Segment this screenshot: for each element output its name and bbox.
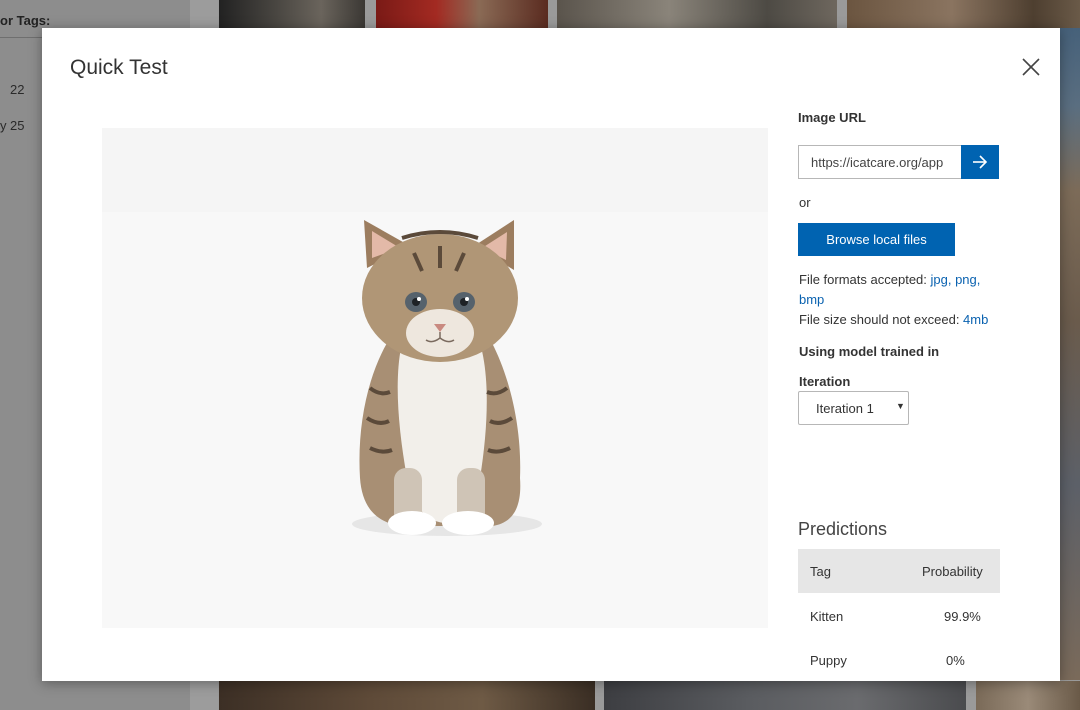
table-row: Kitten 99.9% [798,593,1000,637]
kitten-photo [102,128,768,628]
header-tag: Tag [810,564,831,579]
quick-test-dialog: Quick Test Image URL https://icatcare.or… [42,28,1060,681]
browse-local-files-button[interactable]: Browse local files [798,223,955,256]
sidebar-tags-label: or Tags: [0,13,51,28]
sidebar-count-prefix: y [0,118,7,133]
background-thumbnail [1060,28,1080,680]
model-label: Using model trained in [799,344,940,359]
file-formats-info: File formats accepted: jpg, png, bmp [799,270,1004,310]
dialog-title: Quick Test [70,56,168,79]
close-icon [1022,58,1040,76]
prediction-tag: Puppy [810,653,847,668]
background-thumbnail [376,0,548,28]
background-thumbnail [219,681,595,710]
file-formats-label: File formats accepted: [799,272,931,287]
arrow-right-icon [973,155,988,169]
background-thumbnail [976,681,1080,710]
prediction-probability: 99.9% [944,609,981,624]
file-size-label: File size should not exceed: [799,312,964,327]
prediction-tag: Kitten [810,609,844,624]
submit-url-button[interactable] [961,145,999,179]
iteration-select-value: Iteration 1 [816,401,874,416]
chevron-down-icon: ▼ [896,401,905,411]
or-separator: or [799,195,811,210]
background-thumbnail [219,0,365,28]
header-probability: Probability [922,564,983,579]
image-url-label: Image URL [798,110,866,125]
table-row: Puppy 0% [798,637,1000,681]
sidebar-count: 22 [10,82,25,97]
background-thumbnail [557,0,837,28]
sidebar-count: 25 [10,118,25,133]
close-button[interactable] [1018,54,1044,80]
iteration-select[interactable]: Iteration 1 ▼ [798,391,909,425]
iteration-label: Iteration [799,374,851,389]
predictions-table: Tag Probability Kitten 99.9% Puppy 0% [798,549,1000,681]
prediction-probability: 0% [946,653,965,668]
predictions-header-row: Tag Probability [798,549,1000,593]
file-size-info: File size should not exceed: 4mb [799,310,1004,330]
image-url-input[interactable] [798,145,961,179]
background-thumbnail [604,681,966,710]
image-url-row [798,145,1000,179]
predictions-title: Predictions [798,519,888,539]
background-thumbnail [847,0,1080,28]
file-size-link[interactable]: 4mb [963,312,988,327]
image-preview [102,128,768,628]
